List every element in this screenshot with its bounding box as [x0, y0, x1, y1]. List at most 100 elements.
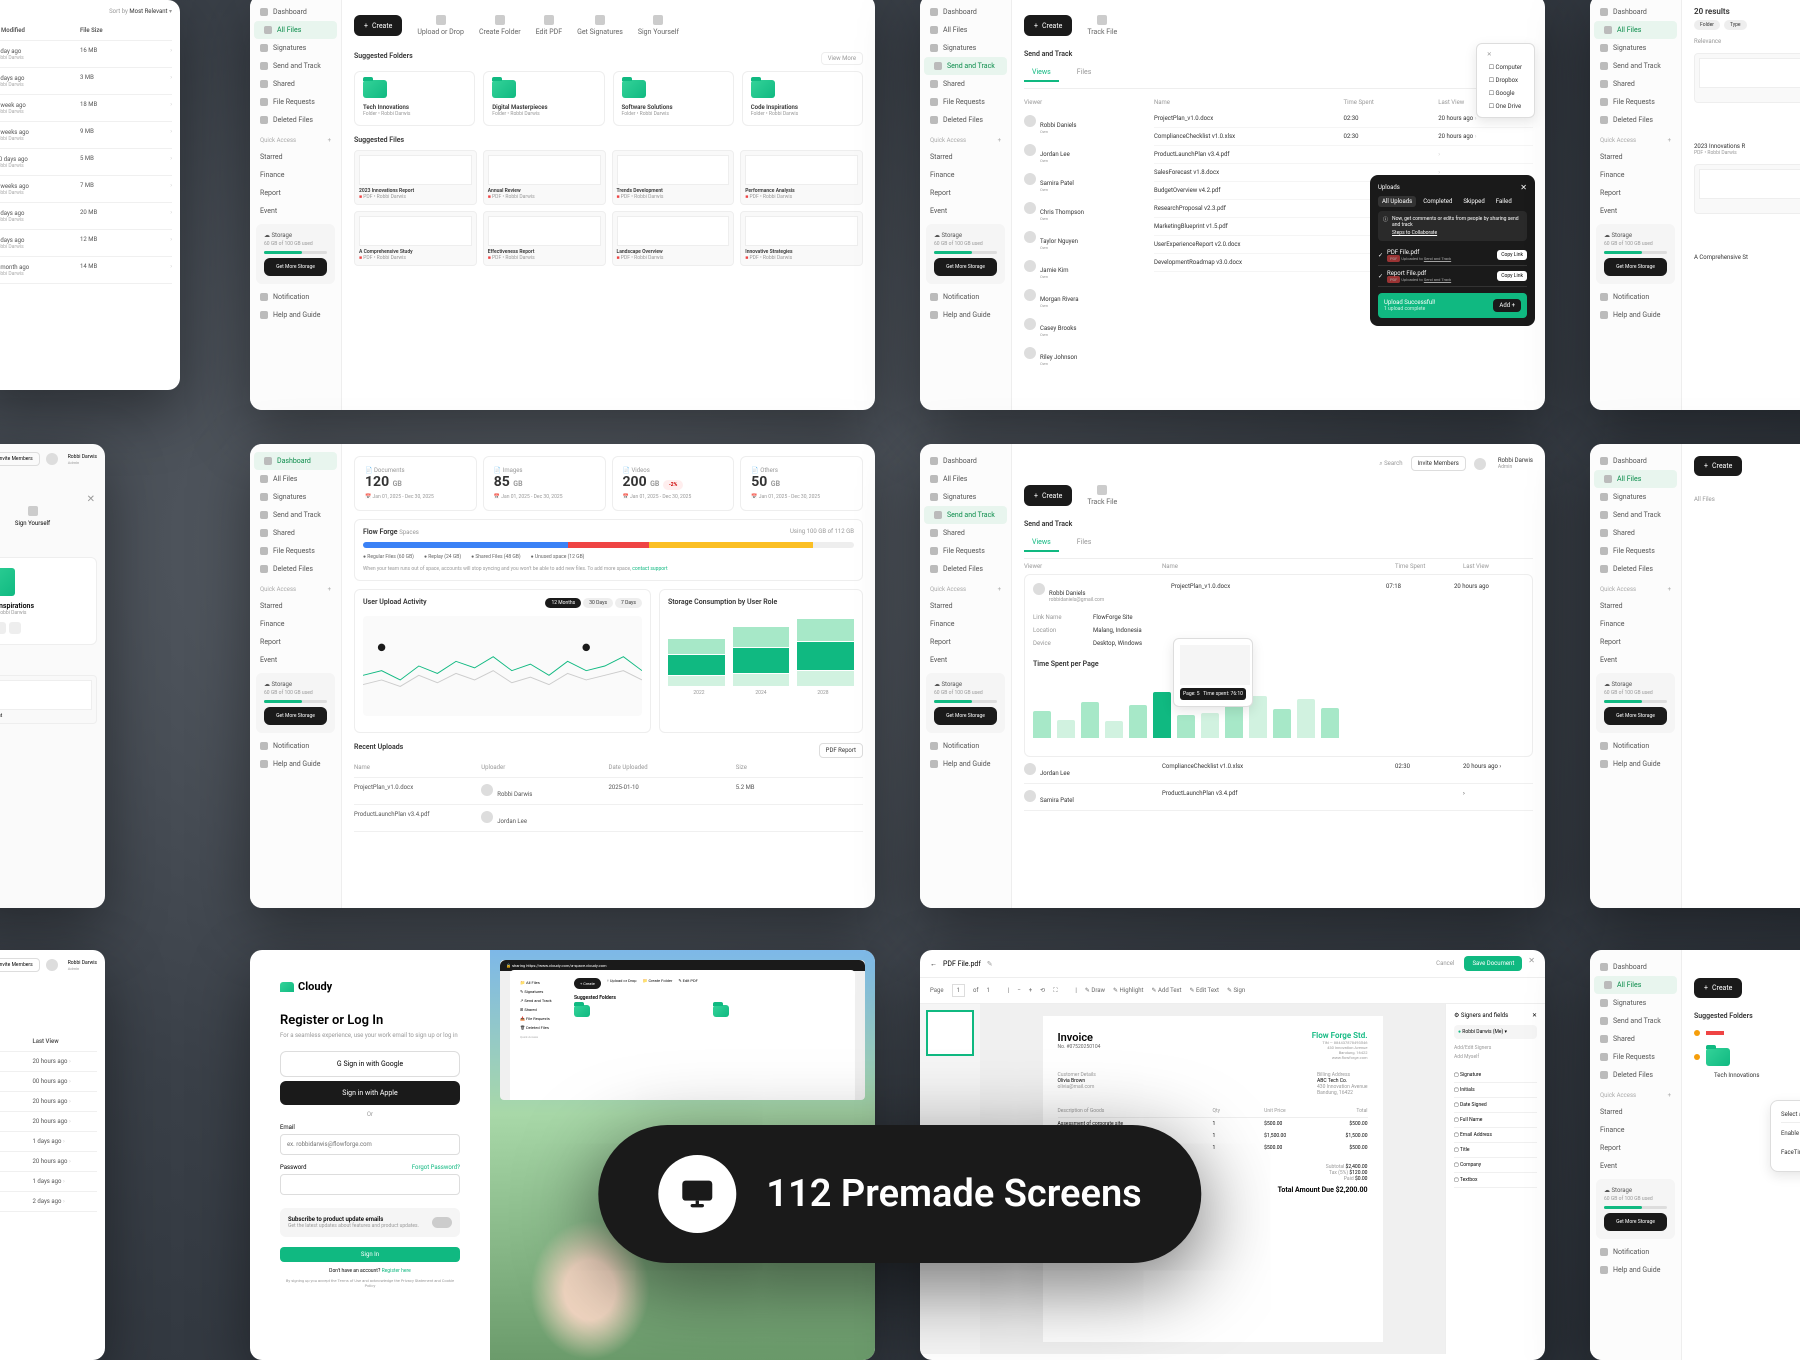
steps-link[interactable]: Steps to Collaborate — [1392, 230, 1522, 236]
field-option[interactable]: ▢ Textbox — [1454, 1173, 1537, 1188]
apple-signin[interactable]: Sign in with Apple — [280, 1081, 460, 1105]
file-card[interactable]: Effectiveness Report■ PDF • Robbi Darwis — [483, 211, 606, 266]
sidebar-bottom[interactable]: Help and Guide — [250, 755, 341, 773]
quick-item[interactable]: Starred — [920, 597, 1011, 615]
tool-add-text[interactable]: ✎ Add Text — [1152, 987, 1182, 994]
zoom-in-icon[interactable]: + — [1029, 987, 1032, 994]
create-button[interactable]: + Create — [1024, 15, 1072, 36]
sidebar-item[interactable]: Dashboard — [254, 452, 337, 470]
sidebar-bottom[interactable]: Notification — [920, 737, 1011, 755]
view-more-link[interactable]: View More — [821, 52, 863, 65]
sidebar-item[interactable]: Send and Track — [1590, 1012, 1681, 1030]
invite-button[interactable]: Invite Members — [1411, 456, 1466, 471]
close-icon[interactable]: ✕ — [87, 494, 95, 505]
viewer-row[interactable]: Riley JohnsonOwn — [1024, 342, 1144, 371]
forgot-link[interactable]: Forgot Password? — [412, 1164, 460, 1171]
tab-views[interactable]: Views — [1024, 64, 1059, 82]
sidebar-item[interactable]: Shared — [250, 524, 341, 542]
quick-item[interactable]: Event — [920, 651, 1011, 669]
sidebar-item[interactable]: File Requests — [1590, 542, 1681, 560]
track-file-button[interactable]: Track File — [1087, 15, 1117, 36]
filter-folder[interactable]: Folder — [1694, 20, 1720, 30]
table-row[interactable]: 1 week agoby Robbi Darwis18 MB › — [0, 95, 172, 122]
quick-item[interactable]: Starred — [920, 148, 1011, 166]
file-card[interactable]: Annual Review■ PDF • Robbi Darwis — [483, 150, 606, 205]
import-option[interactable]: ☐ Google — [1481, 87, 1530, 100]
table-row[interactable]: 5 days agoby Robbi Darwis20 MB › — [0, 203, 172, 230]
folder-card[interactable]: Software SolutionsFolder • Robbi Darwis — [613, 71, 734, 126]
field-option[interactable]: ▢ Date Signed — [1454, 1098, 1537, 1113]
sidebar-item[interactable]: Send and Track — [1590, 57, 1681, 75]
sidebar-item[interactable]: Signatures — [1590, 488, 1681, 506]
sidebar-bottom[interactable]: Notification — [1590, 288, 1681, 306]
sidebar-item[interactable]: All Files — [1594, 976, 1677, 994]
quick-item[interactable]: Event — [1590, 202, 1681, 220]
sidebar-item[interactable]: Dashboard — [1590, 452, 1681, 470]
sidebar-item[interactable]: Shared — [920, 524, 1011, 542]
file-row[interactable]: ComplianceChecklist v1.0.xlsx02:3020 hou… — [1154, 128, 1533, 146]
sidebar-item[interactable]: Shared — [1590, 75, 1681, 93]
add-button[interactable]: Add + — [1493, 299, 1521, 312]
sidebar-item[interactable]: Deleted Files — [920, 560, 1011, 578]
sidebar-item[interactable]: File Requests — [920, 93, 1011, 111]
quick-item[interactable]: Finance — [250, 615, 341, 633]
sidebar-item[interactable]: Deleted Files — [250, 560, 341, 578]
sidebar-item[interactable]: Dashboard — [1590, 958, 1681, 976]
quick-item[interactable]: Report — [920, 633, 1011, 651]
sidebar-item[interactable]: Shared — [1590, 1030, 1681, 1048]
sidebar-bottom[interactable]: Help and Guide — [920, 755, 1011, 773]
invite-button[interactable]: Invite Members — [0, 452, 40, 466]
quick-item[interactable]: Finance — [920, 166, 1011, 184]
sidebar-item[interactable]: Deleted Files — [1590, 111, 1681, 129]
viewer-row[interactable]: Jamie KimOwn — [1024, 255, 1144, 284]
quick-item[interactable]: Report — [250, 184, 341, 202]
file-card[interactable]: Trends Development■ PDF • Robbi Darwis — [612, 150, 735, 205]
sidebar-item[interactable]: File Requests — [250, 93, 341, 111]
signin-button[interactable]: Sign In — [280, 1247, 460, 1262]
zoom-out-icon[interactable]: − — [1017, 987, 1020, 994]
quick-item[interactable]: Event — [920, 202, 1011, 220]
tab-files[interactable]: Files — [1069, 64, 1100, 82]
sidebar-item[interactable]: File Requests — [1590, 93, 1681, 111]
newsletter-toggle[interactable] — [432, 1217, 452, 1228]
sidebar-item[interactable]: All Files — [920, 21, 1011, 39]
field-option[interactable]: ▢ Signature — [1454, 1068, 1537, 1083]
sidebar-item[interactable]: Signatures — [250, 39, 341, 57]
quick-item[interactable]: Starred — [1590, 597, 1681, 615]
sidebar-item[interactable]: File Requests — [1590, 1048, 1681, 1066]
sidebar-item[interactable]: Dashboard — [920, 452, 1011, 470]
file-card[interactable]: Performance Analysis■ PDF • Robbi Darwis — [740, 150, 863, 205]
quick-item[interactable]: Report — [1590, 633, 1681, 651]
sidebar-item[interactable]: Dashboard — [920, 3, 1011, 21]
sidebar-item[interactable]: All Files — [920, 470, 1011, 488]
sidebar-item[interactable]: Signatures — [1590, 994, 1681, 1012]
file-card[interactable]: A Comprehensive Study■ PDF • Robbi Darwi… — [354, 211, 477, 266]
sidebar-item[interactable]: All Files — [1594, 21, 1677, 39]
table-row[interactable]: 1 month agoby Robbi Darwis14 MB › — [0, 257, 172, 284]
close-icon[interactable]: ✕ — [1528, 956, 1535, 971]
sidebar-bottom[interactable]: Help and Guide — [250, 306, 341, 324]
sidebar-item[interactable]: Deleted Files — [250, 111, 341, 129]
quick-item[interactable]: Report — [250, 633, 341, 651]
quick-item[interactable]: Finance — [920, 615, 1011, 633]
viewer-row[interactable]: Morgan RiveraOwn — [1024, 284, 1144, 313]
sidebar-bottom[interactable]: Notification — [1590, 737, 1681, 755]
create-button[interactable]: + Create — [1694, 978, 1742, 998]
create-button[interactable]: + Create — [354, 15, 402, 36]
sidebar-bottom[interactable]: Help and Guide — [1590, 306, 1681, 324]
quick-item[interactable]: Starred — [1590, 1103, 1681, 1121]
upload-button[interactable]: Upload or Drop — [417, 15, 464, 36]
sidebar-bottom[interactable]: Notification — [1590, 1243, 1681, 1261]
quick-item[interactable]: Event — [1590, 651, 1681, 669]
sidebar-item[interactable]: Send and Track — [250, 57, 341, 75]
sidebar-item[interactable]: File Requests — [920, 542, 1011, 560]
tool-draw[interactable]: ✎ Draw — [1085, 987, 1105, 994]
import-option[interactable]: ☐ One Drive — [1481, 100, 1530, 113]
sidebar-item[interactable]: Send and Track — [924, 506, 1007, 524]
get-signatures-button[interactable]: Get Signatures — [577, 15, 623, 36]
track-file-button[interactable]: Track File — [1087, 485, 1117, 506]
sidebar-item[interactable]: Deleted Files — [920, 111, 1011, 129]
quick-item[interactable]: Event — [1590, 1157, 1681, 1175]
viewer-row[interactable]: Chris ThompsonOwn — [1024, 197, 1144, 226]
email-input[interactable] — [280, 1134, 460, 1155]
